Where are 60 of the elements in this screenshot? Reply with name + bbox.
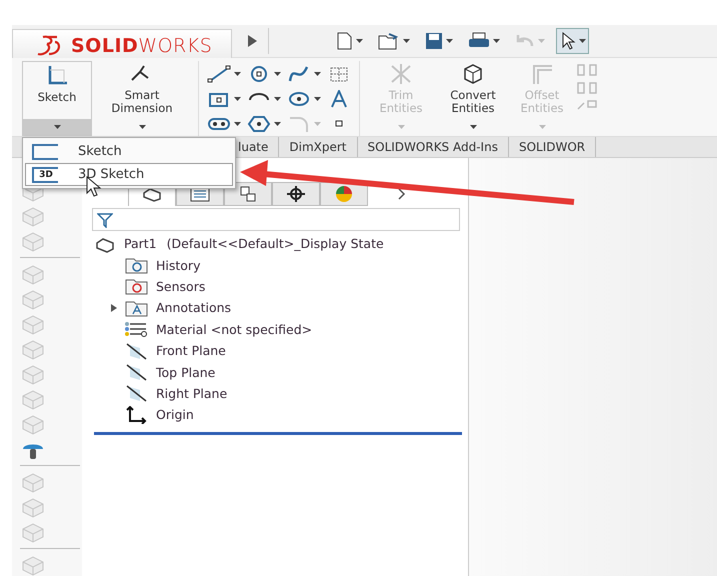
caret-icon (234, 96, 241, 100)
caret-icon (493, 39, 500, 43)
tree-item[interactable]: History (156, 258, 200, 273)
caret-icon (314, 96, 321, 100)
offset-icon (530, 62, 554, 86)
caret-icon (274, 122, 281, 126)
filter-icon (97, 212, 113, 228)
sketch-icon (32, 144, 58, 160)
caret-icon (579, 39, 586, 43)
sensor-folder-icon (124, 277, 150, 296)
save-icon[interactable] (424, 31, 444, 51)
tree-item[interactable]: Front Plane (156, 343, 226, 358)
part-name[interactable]: Part1 (124, 236, 157, 252)
menu-item[interactable]: 3D 3D Sketch (25, 163, 233, 186)
caret-icon (538, 125, 546, 129)
caret-icon (54, 125, 60, 129)
chevron-right-icon[interactable] (398, 188, 406, 200)
material-icon (124, 320, 150, 338)
caret-icon (274, 96, 281, 100)
tree-item[interactable]: Material <not specified> (156, 322, 312, 337)
folder-icon[interactable] (377, 31, 401, 51)
tree-item[interactable]: Top Plane (156, 364, 216, 380)
ribbon-button[interactable]: Sketch (22, 61, 92, 136)
ribbon-tab[interactable]: SOLIDWOR (508, 137, 596, 157)
ribbon-button[interactable]: Smart Dimension (92, 61, 192, 136)
caret-icon (234, 72, 241, 76)
caret-icon (356, 39, 363, 43)
tree-item[interactable]: Annotations (156, 300, 232, 316)
caret-icon (403, 39, 410, 43)
line-icon[interactable] (207, 64, 231, 82)
logo-text: SOLIDWORKS (71, 35, 212, 57)
history-folder-icon (124, 256, 150, 274)
caret-icon (314, 72, 321, 76)
color-wheel-icon (333, 185, 355, 203)
crosshair-icon (285, 185, 307, 203)
polygon-icon[interactable] (247, 114, 271, 132)
ribbon-tab[interactable]: SOLIDWORKS Add-Ins (358, 137, 509, 157)
annotation-folder-icon (124, 298, 150, 317)
caret-icon (234, 122, 241, 126)
expand-menu-icon[interactable] (248, 35, 256, 47)
caret-icon (538, 39, 545, 43)
caret-icon (138, 125, 146, 129)
panel-tab[interactable] (272, 182, 320, 206)
caret-icon (398, 125, 404, 129)
caret-icon (314, 122, 321, 126)
filter-field[interactable] (92, 208, 460, 231)
tree-item[interactable]: Right Plane (156, 386, 228, 401)
tree-item[interactable]: Sensors (156, 278, 206, 294)
panel-tab[interactable] (224, 182, 272, 206)
ribbon-tab[interactable]: DimXpert (279, 137, 358, 157)
caret-icon (446, 39, 453, 43)
configuration-label: (Default<<Default>_Display State (166, 236, 384, 252)
collapsed-arrow-icon[interactable] (110, 304, 118, 312)
tree-item[interactable]: Origin (156, 407, 194, 422)
ribbon-button[interactable]: Convert Entities (436, 61, 510, 136)
spline-icon[interactable] (287, 64, 311, 82)
ellipse-icon[interactable] (287, 90, 311, 108)
caret-icon (274, 72, 281, 76)
caret-icon (470, 125, 476, 129)
sketch-icon: 3D (32, 166, 58, 182)
